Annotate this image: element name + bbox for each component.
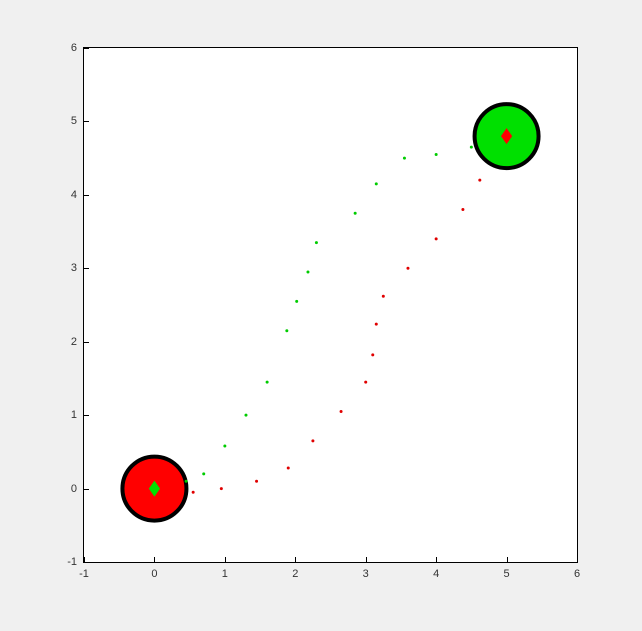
dots-green [470, 146, 473, 149]
dots-green [403, 157, 406, 160]
x-tick-label: -1 [79, 568, 89, 580]
y-tick-label: 6 [71, 42, 77, 54]
dots-green [266, 381, 269, 384]
dots-red [287, 467, 290, 470]
dots-red [406, 267, 409, 270]
figure: -1 0 1 2 3 4 5 6 -1 0 1 2 3 4 5 6 [0, 0, 642, 631]
dots-red [371, 353, 374, 356]
dots-green [223, 444, 226, 447]
x-tick-label: 6 [574, 568, 580, 580]
dots-green [435, 153, 438, 156]
x-tick-label: 3 [363, 568, 369, 580]
dots-red [461, 208, 464, 211]
x-tick-label: 5 [504, 568, 510, 580]
dots-green [285, 329, 288, 332]
y-tick-label: 4 [71, 189, 77, 201]
dots-green [354, 212, 357, 215]
dots-green [185, 480, 188, 483]
y-tick-label: -1 [67, 556, 77, 568]
dots-red [192, 491, 195, 494]
dots-green [375, 182, 378, 185]
dots-red [340, 410, 343, 413]
dots-red [311, 439, 314, 442]
y-tick-label: 2 [71, 336, 77, 348]
plot-area [84, 48, 577, 562]
dots-red [364, 381, 367, 384]
dots-red [382, 295, 385, 298]
dots-green [306, 270, 309, 273]
dots-green [202, 472, 205, 475]
y-tick-label: 5 [71, 115, 77, 127]
y-tick-label: 0 [71, 483, 77, 495]
dots-red [255, 480, 258, 483]
x-tick-label: 2 [292, 568, 298, 580]
x-tick-label: 0 [151, 568, 157, 580]
x-tick-label: 4 [433, 568, 439, 580]
dots-green [295, 300, 298, 303]
y-tick-label: 3 [71, 262, 77, 274]
y-tick-label: 1 [71, 409, 77, 421]
dots-red [375, 323, 378, 326]
dots-green [315, 241, 318, 244]
dots-red [435, 237, 438, 240]
axes: -10123456-10123456 [83, 47, 578, 563]
x-tick-label: 1 [222, 568, 228, 580]
dots-red [478, 179, 481, 182]
dots-red [220, 487, 223, 490]
dots-green [244, 414, 247, 417]
